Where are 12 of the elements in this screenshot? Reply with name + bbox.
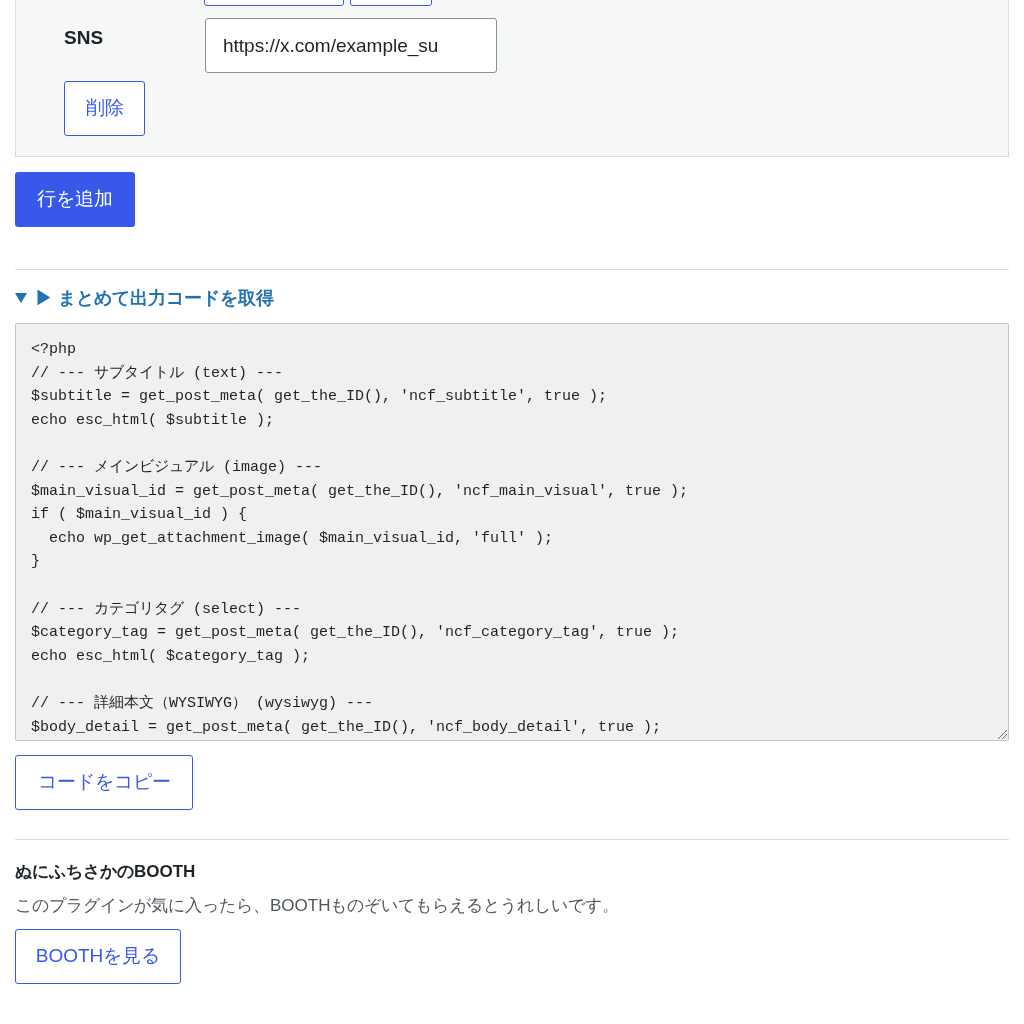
code-field[interactable]: <?php // --- サブタイトル (text) --- $subtitle = get_post_meta( get_the_ID(), 'ncf_subtitle', true ); echo esc_html( $subtitle ); // --- メインビジュアル (image) --- $main_visual_id = get_post_meta( get_the_ID(), 'ncf_main_visual', true ); if ( $main_visual_id ) { echo wp_get_attachment_image( $main_visual_id, 'full' ); } // --- カテゴリタグ (select) --- $category_tag = get_post_meta( get_the_ID(), 'ncf_category_tag', true ); echo esc_html( $category_tag ); // --- 詳細本文（WYSIWYG） (wysiwyg) --- $body_detail = get_post_meta( get_the_ID(), 'ncf_body_detail', true );	[15, 323, 1009, 741]
field-label: SNS	[64, 26, 105, 50]
disclosure-triangle-icon[interactable]	[15, 292, 27, 304]
url-field[interactable]: https://x.com/example_su	[205, 18, 497, 73]
summary-label[interactable]: ▶ まとめて出力コードを取得	[35, 286, 274, 310]
booth-heading: ぬにふちさかのBOOTH	[15, 861, 197, 883]
resize-grip-icon[interactable]	[997, 729, 1007, 739]
copy-code-button[interactable]: コードをコピー	[15, 755, 193, 810]
booth-description: このプラグインが気に入ったら、BOOTHものぞいてもらえるとうれしいです。	[15, 895, 621, 917]
booth-button[interactable]: BOOTHを見る	[15, 929, 181, 984]
delete-button[interactable]: 削除	[64, 81, 145, 136]
add-row-button[interactable]: 行を追加	[15, 172, 135, 227]
